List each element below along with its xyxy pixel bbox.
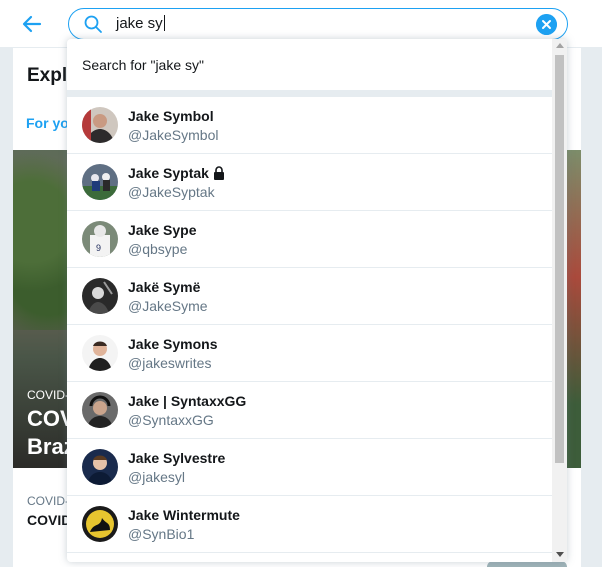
hero-image-edge — [567, 150, 581, 468]
user-result[interactable]: Jake Symons @jakeswrites — [67, 325, 552, 382]
user-name: Jake Sype — [128, 222, 197, 238]
user-name: Jake | SyntaxxGG — [128, 393, 247, 409]
dropdown-scrollbar[interactable] — [552, 39, 567, 562]
user-handle: @SyntaxxGG — [128, 412, 214, 428]
user-handle: @jakeswrites — [128, 355, 212, 371]
search-icon — [84, 15, 102, 33]
user-results-list: Jake Symbol @JakeSymbol Jake Syptak @Jak… — [67, 97, 552, 553]
user-name: Jake Symbol — [128, 108, 214, 124]
user-result[interactable]: Jake Syptak @JakeSyptak — [67, 154, 552, 211]
user-handle: @jakesyl — [128, 469, 186, 485]
user-result[interactable]: Jake Wintermute @SynBio1 — [67, 496, 552, 553]
scroll-up-icon[interactable] — [556, 43, 564, 48]
user-name: Jake Wintermute — [128, 507, 240, 523]
user-handle: @qbsype — [128, 241, 188, 257]
story-category: COVID- — [27, 494, 69, 508]
hero-image — [13, 150, 73, 330]
clear-search-icon[interactable] — [536, 14, 557, 35]
tab-for-you[interactable]: For yo — [26, 115, 69, 131]
scroll-down-icon[interactable] — [556, 552, 564, 557]
avatar — [82, 107, 118, 143]
avatar — [82, 506, 118, 542]
user-name: Jake Sylvestre — [128, 450, 226, 466]
svg-text:9: 9 — [96, 243, 101, 253]
user-result[interactable]: 9 Jake Sype @qbsype — [67, 211, 552, 268]
lock-icon — [213, 166, 224, 180]
user-result[interactable]: Jake | SyntaxxGG @SyntaxxGG — [67, 382, 552, 439]
story-title[interactable]: COVID — [27, 512, 71, 528]
user-result[interactable]: Jake Sylvestre @jakesyl — [67, 439, 552, 496]
back-arrow-icon[interactable] — [20, 12, 44, 36]
search-for-query[interactable]: Search for "jake sy" — [67, 39, 552, 91]
avatar — [82, 335, 118, 371]
search-input[interactable]: jake sy — [116, 15, 165, 32]
user-result[interactable]: Jake Symbol @JakeSymbol — [67, 97, 552, 154]
text-caret — [163, 15, 165, 31]
avatar — [82, 164, 118, 200]
user-handle: @JakeSyme — [128, 298, 208, 314]
user-handle: @SynBio1 — [128, 526, 195, 542]
user-handle: @JakeSyptak — [128, 184, 215, 200]
user-result[interactable]: Jakë Symë @JakeSyme — [67, 268, 552, 325]
user-name: Jakë Symë — [128, 279, 201, 295]
search-typeahead-dropdown: Search for "jake sy" Jake Symbol @JakeSy… — [67, 39, 567, 562]
hero-category: COVID- — [27, 388, 69, 402]
user-name: Jake Syptak — [128, 165, 225, 181]
avatar: 9 — [82, 221, 118, 257]
user-handle: @JakeSymbol — [128, 127, 219, 143]
user-name: Jake Symons — [128, 336, 218, 352]
avatar — [82, 449, 118, 485]
avatar — [82, 278, 118, 314]
scrollbar-thumb[interactable] — [555, 55, 564, 463]
search-box[interactable]: jake sy — [68, 8, 568, 40]
avatar — [82, 392, 118, 428]
